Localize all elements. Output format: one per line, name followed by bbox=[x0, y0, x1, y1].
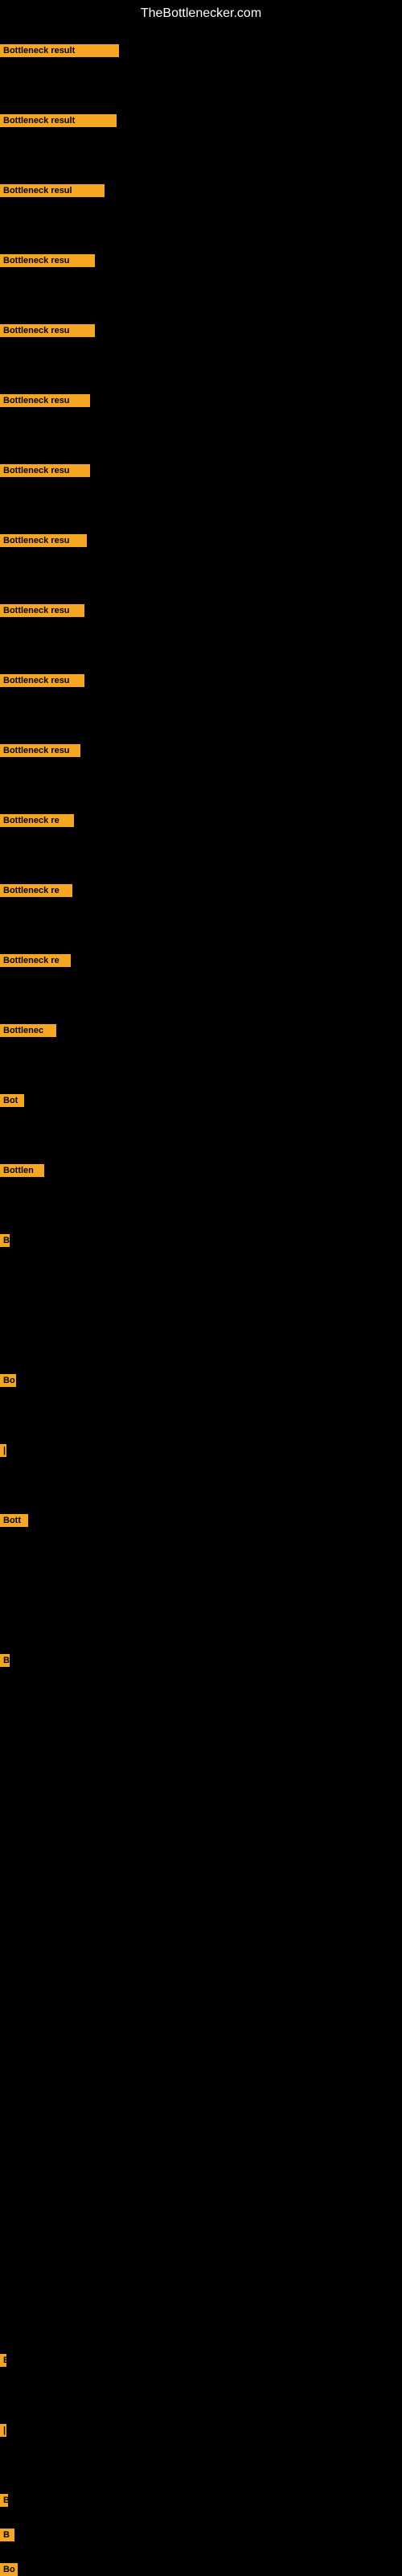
bottleneck-label: Bottleneck result bbox=[0, 44, 119, 57]
bottleneck-bar-row: Bottleneck re bbox=[0, 884, 72, 897]
bottleneck-label: Bottlenec bbox=[0, 1024, 56, 1037]
bottleneck-bar-row: B bbox=[0, 1234, 10, 1247]
bottleneck-label: B bbox=[0, 2354, 6, 2367]
bottleneck-label: Bottleneck resu bbox=[0, 674, 84, 687]
bottleneck-label: B bbox=[0, 2494, 8, 2507]
bottleneck-bar-row: Bottleneck result bbox=[0, 114, 117, 127]
bottleneck-bar-row: | bbox=[0, 1444, 6, 1457]
bottleneck-bar-row: B bbox=[0, 2494, 8, 2507]
bottleneck-bar-row: | bbox=[0, 2424, 6, 2437]
bottleneck-label: Bottleneck resu bbox=[0, 534, 87, 547]
bottleneck-label: Bottleneck resu bbox=[0, 324, 95, 337]
bottleneck-label: Bottleneck resu bbox=[0, 464, 90, 477]
bottleneck-label: Bottleneck resu bbox=[0, 254, 95, 267]
bottleneck-bar-row: B bbox=[0, 2529, 14, 2541]
bottleneck-label: Bot bbox=[0, 1094, 24, 1107]
bottleneck-bar-row: Bottleneck result bbox=[0, 44, 119, 57]
bottleneck-label: Bottleneck resu bbox=[0, 394, 90, 407]
site-title: TheBottlenecker.com bbox=[0, 0, 402, 27]
bottleneck-label: Bottlen bbox=[0, 1164, 44, 1177]
bottleneck-label: Bottleneck re bbox=[0, 814, 74, 827]
bottleneck-bar-row: Bottleneck resu bbox=[0, 674, 84, 687]
bottleneck-bar-row: Bottlenec bbox=[0, 1024, 56, 1037]
bottleneck-label: B bbox=[0, 1654, 10, 1667]
bottleneck-bar-row: Bottleneck resu bbox=[0, 464, 90, 477]
bottleneck-bar-row: Bottleneck resu bbox=[0, 324, 95, 337]
bottleneck-label: Bo bbox=[0, 1374, 16, 1387]
bottleneck-bar-row: B bbox=[0, 2354, 6, 2367]
bottleneck-bar-row: Bottleneck resu bbox=[0, 604, 84, 617]
bottleneck-bar-row: Bot bbox=[0, 1094, 24, 1107]
bottleneck-label: Bottleneck resu bbox=[0, 604, 84, 617]
bottleneck-label: Bottleneck re bbox=[0, 954, 71, 967]
bottleneck-bar-row: Bottleneck re bbox=[0, 814, 74, 827]
bottleneck-label: B bbox=[0, 1234, 10, 1247]
bottleneck-bar-row: Bottlen bbox=[0, 1164, 44, 1177]
bottleneck-label: | bbox=[0, 1444, 6, 1457]
bottleneck-bar-row: B bbox=[0, 1654, 10, 1667]
bottleneck-bar-row: Bo bbox=[0, 1374, 16, 1387]
bottleneck-label: B bbox=[0, 2529, 14, 2541]
bottleneck-label: Bottleneck resul bbox=[0, 184, 105, 197]
bottleneck-bar-row: Bott bbox=[0, 1514, 28, 1527]
bottleneck-bar-row: Bottleneck resu bbox=[0, 394, 90, 407]
bottleneck-bar-row: Bottleneck resu bbox=[0, 534, 87, 547]
bottleneck-label: Bottleneck re bbox=[0, 884, 72, 897]
bottleneck-label: | bbox=[0, 2424, 6, 2437]
bottleneck-label: Bottleneck result bbox=[0, 114, 117, 127]
bottleneck-bar-row: Bottleneck resu bbox=[0, 254, 95, 267]
bottleneck-bar-row: Bottleneck resu bbox=[0, 744, 80, 757]
bottleneck-bar-row: Bottleneck re bbox=[0, 954, 71, 967]
bottleneck-label: Bottleneck resu bbox=[0, 744, 80, 757]
bottleneck-label: Bott bbox=[0, 1514, 28, 1527]
bottleneck-bar-row: Bottleneck resul bbox=[0, 184, 105, 197]
